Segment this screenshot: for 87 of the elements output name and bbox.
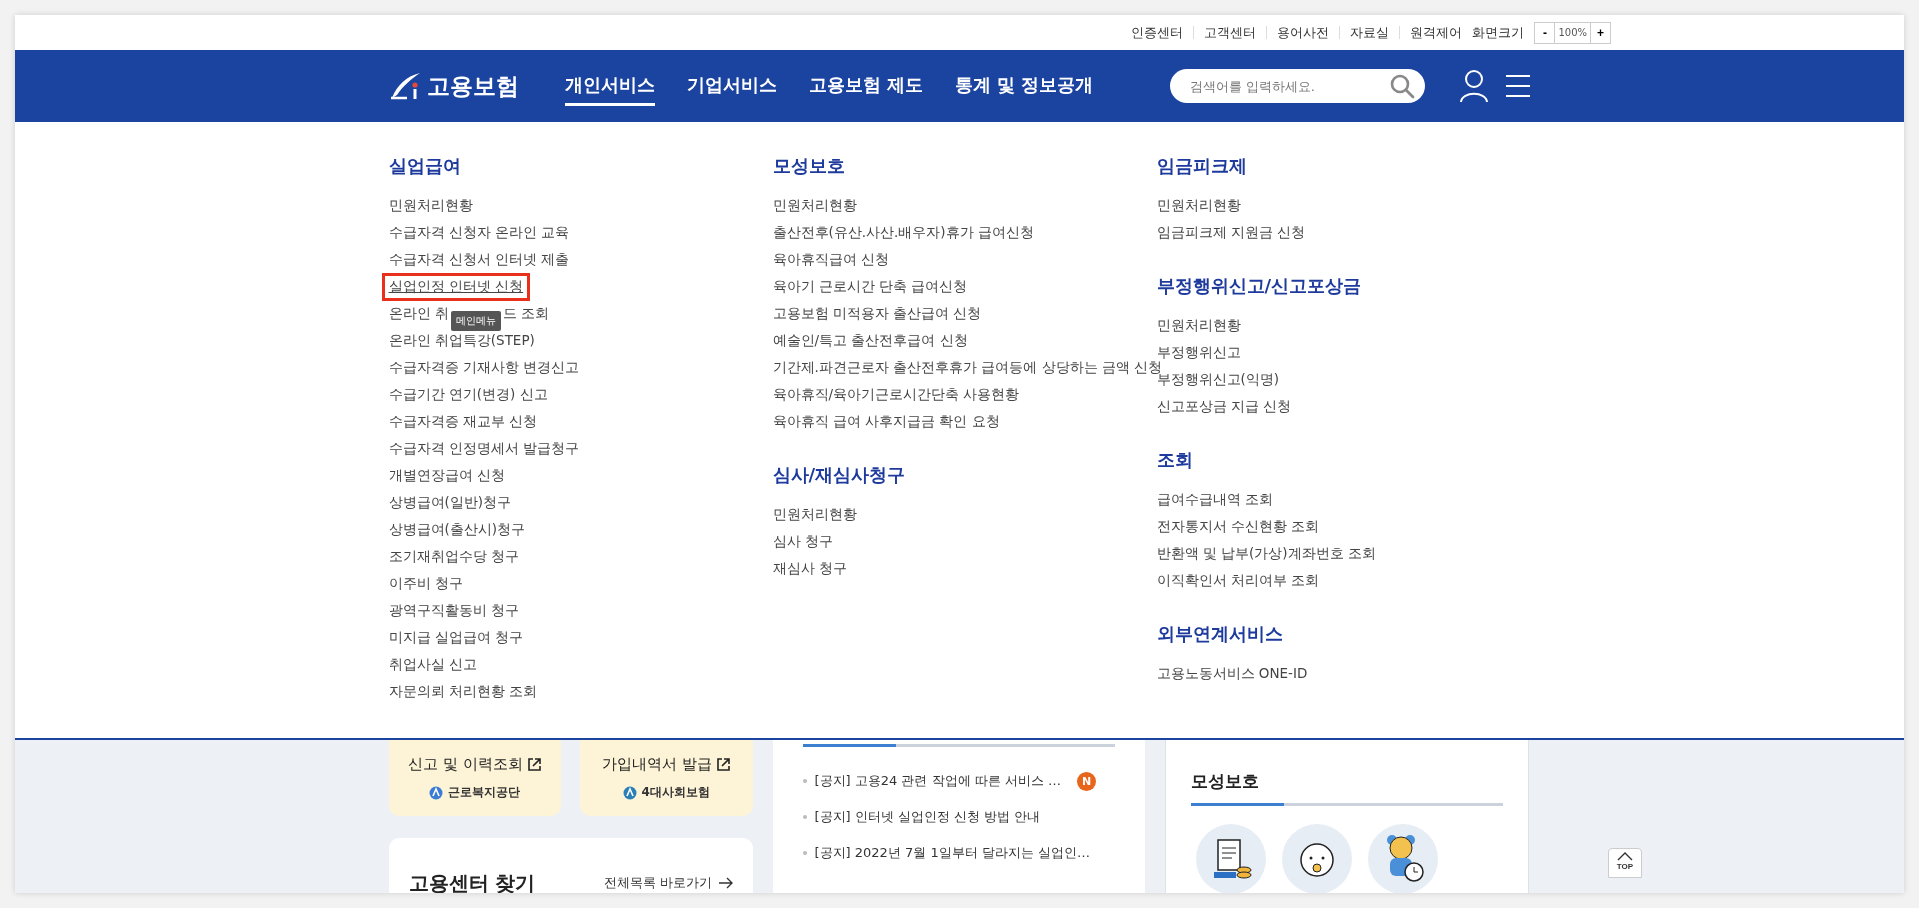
menu-link[interactable]: 심사 청구 [772,532,833,551]
org-name: 4대사회보험 [641,784,710,801]
tooltip: 메인메뉴 [450,310,501,331]
menu-link[interactable]: 조기재취업수당 청구 [388,547,519,566]
utility-link[interactable]: 인증센터 [1131,23,1184,42]
menu-link[interactable]: 전자통지서 수신현황 조회 [1156,517,1320,536]
utility-link[interactable]: 자료실 [1350,23,1390,42]
view-all-link[interactable]: 전체목록 바로가기 [604,874,713,892]
menu-section-title: 임금피크제 [1156,154,1248,178]
org-logo-icon [622,785,637,800]
top-button[interactable]: TOP [1608,848,1642,878]
menu-link[interactable]: 온라인 취업특강(STEP) [388,331,535,350]
menu-link[interactable]: 광역구직활동비 청구 [388,601,519,620]
menu-link[interactable]: 자문의뢰 처리현황 조회 [388,682,538,701]
external-link-icon [717,758,731,771]
panel-title: 모성보호 [1190,770,1260,793]
menu-section-title: 모성보호 [772,154,846,178]
quick-card-label: 가입내역서 발급 [602,755,713,774]
menu-link[interactable]: 이주비 청구 [388,574,463,593]
quick-card-label: 신고 및 이력조회 [408,755,523,774]
nav-tab[interactable]: 고용보험 제도 [808,66,923,106]
menu-link[interactable]: 수급자격 신청서 인터넷 제출 [388,250,570,269]
logo-text[interactable]: 고용보험 [426,70,519,102]
utility-link[interactable]: 용어사전 [1277,23,1330,42]
menu-link[interactable]: 수급자격 인정명세서 발급청구 [388,439,580,458]
menu-icon[interactable] [1504,74,1531,98]
nav-tab[interactable]: 기업서비스 [686,66,777,106]
menu-link[interactable]: 임금피크제 지원금 신청 [1156,223,1306,242]
document-coins-icon[interactable] [1195,824,1266,893]
utility-link[interactable]: 원격제어 [1410,23,1463,42]
menu-link[interactable]: 부정행위신고 [1156,343,1241,362]
menu-link[interactable]: 온라인 취 [388,304,449,323]
search-bar[interactable]: 검색어를 입력하세요. [1169,69,1425,103]
center-finder-title: 고용센터 찾기 [408,869,537,893]
menu-link[interactable]: 고용보험 미적용자 출산급여 신청 [772,304,982,323]
menu-link[interactable]: 육아휴직 급여 사후지급금 확인 요청 [772,412,1000,431]
menu-link[interactable]: 미지급 실업급여 청구 [388,628,524,647]
org-name: 근로복지공단 [448,784,521,801]
menu-link[interactable]: 수급자격 신청자 온라인 교육 [388,223,570,242]
baby-icon[interactable] [1281,824,1352,893]
menu-section-title: 실업급여 [388,154,462,178]
menu-link[interactable]: 육아휴직급여 신청 [772,250,889,269]
menu-link-fragment[interactable]: 드 조회 [502,304,550,323]
menu-section-title: 외부연계서비스 [1156,622,1284,646]
menu-link[interactable]: 상병급여(출산시)청구 [388,520,526,539]
menu-section-title: 부정행위신고/신고포상금 [1156,274,1363,298]
user-icon[interactable] [1458,69,1489,103]
menu-link[interactable]: 출산전후(유산.사산.배우자)휴가 급여신청 [772,223,1034,242]
menu-link[interactable]: 신고포상금 지급 신청 [1156,397,1292,416]
menu-link[interactable]: 육아휴직/육아기근로시간단축 사용현황 [772,385,1020,404]
external-link-icon [528,758,541,771]
new-badge: N [1077,771,1096,791]
nav-tab[interactable]: 개인서비스 [564,66,655,106]
menu-link[interactable]: 민원처리현황 [388,196,473,215]
menu-link[interactable]: 수급자격증 재교부 신청 [388,412,538,431]
menu-link[interactable]: 급여수급내역 조회 [1156,490,1273,509]
menu-link[interactable]: 민원처리현황 [1156,196,1241,215]
nav-tab[interactable]: 통계 및 정보공개 [954,66,1094,106]
org-logo-icon [429,785,444,800]
menu-link[interactable]: 상병급여(일반)청구 [388,493,512,512]
teddy-bear-clock-icon[interactable] [1367,824,1438,893]
menu-link[interactable]: 민원처리현황 [1156,316,1241,335]
search-icon[interactable] [1388,73,1415,99]
menu-link[interactable]: 실업인정 인터넷 신청 [381,272,531,301]
menu-link[interactable]: 수급기간 연기(변경) 신고 [388,385,548,404]
menu-link[interactable]: 이직확인서 처리여부 조회 [1156,571,1320,590]
menu-link[interactable]: 수급자격증 기재사항 변경신고 [388,358,580,377]
utility-link[interactable]: 고객센터 [1204,23,1257,42]
menu-section-title: 조회 [1156,448,1194,472]
menu-link[interactable]: 민원처리현황 [772,505,857,524]
menu-section-title: 심사/재심사청구 [772,463,907,487]
quick-card[interactable]: 신고 및 이력조회 근로복지공단 [388,740,561,816]
menu-link[interactable]: 재심사 청구 [772,559,847,578]
notice-link[interactable]: [공지] 고용24 관련 작업에 따른 서비스 … [814,772,1061,790]
quick-card[interactable]: 가입내역서 발급 4대사회보험 [580,740,753,816]
chevron-up-icon[interactable] [1617,852,1633,861]
arrow-right-icon[interactable] [718,877,733,889]
zoom-label: 화면크기 [1472,23,1525,42]
menu-link[interactable]: 고용노동서비스 ONE-ID [1156,664,1308,683]
menu-link[interactable]: 개별연장급여 신청 [388,466,505,485]
menu-link[interactable]: 예술인/특고 출산전후급여 신청 [772,331,968,350]
menu-link[interactable]: 반환액 및 납부(가상)계좌번호 조회 [1156,544,1376,563]
menu-link[interactable]: 육아기 근로시간 단축 급여신청 [772,277,968,296]
menu-link[interactable]: 민원처리현황 [772,196,857,215]
notice-link[interactable]: [공지] 2022년 7월 1일부터 달라지는 실업인… [814,844,1090,862]
menu-link[interactable]: 취업사실 신고 [388,655,477,674]
notice-link[interactable]: [공지] 인터넷 실업인정 신청 방법 안내 [814,808,1041,826]
